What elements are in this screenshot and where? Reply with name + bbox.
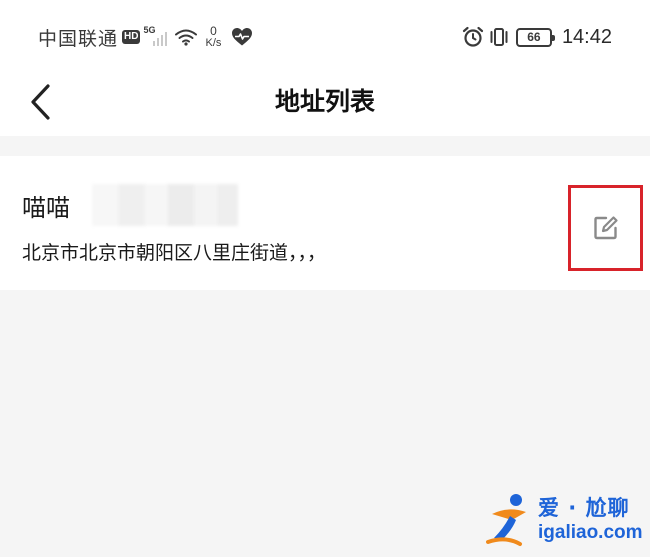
phone-number-masked — [92, 184, 238, 226]
watermark: 爱 · 尬聊 igaliao.com — [486, 488, 646, 552]
status-bar: 中国联通 HD 5G 0 K/s 66 14:42 — [0, 0, 650, 68]
page-title: 地址列表 — [274, 87, 375, 116]
nav-bar: 地址列表 — [0, 68, 650, 136]
address-text: 北京市北京市朝阳区八里庄街道，，， — [22, 242, 327, 264]
status-bar-left: 中国联通 HD 5G 0 K/s — [38, 22, 253, 52]
heart-icon — [232, 28, 253, 46]
battery-icon: 66 — [515, 27, 555, 47]
battery-level: 66 — [527, 30, 541, 44]
status-time: 14:42 — [561, 25, 612, 48]
net-speed-unit: K/s — [205, 37, 222, 49]
watermark-url: igaliao.com — [538, 522, 643, 543]
watermark-logo-icon — [486, 494, 526, 546]
contact-row: 喵喵 — [22, 184, 238, 226]
address-list-item[interactable]: 喵喵 北京市北京市朝阳区八里庄街道，，， — [0, 156, 650, 290]
contact-name: 喵喵 — [22, 193, 70, 222]
hd-badge: HD — [122, 30, 141, 44]
alarm-icon — [462, 26, 484, 47]
edit-address-button[interactable] — [568, 185, 643, 271]
status-bar-right: 66 14:42 — [462, 22, 612, 52]
vibrate-icon — [490, 28, 508, 46]
watermark-cn-text: 爱 · 尬聊 — [538, 496, 630, 520]
net-speed-value: 0 — [210, 24, 217, 38]
back-button[interactable] — [16, 76, 64, 128]
net-speed: 0 K/s — [202, 25, 224, 49]
wifi-icon — [175, 29, 198, 46]
chevron-left-icon — [31, 84, 50, 120]
signal-icon: 5G — [143, 25, 173, 48]
carrier-name: 中国联通 — [38, 27, 119, 50]
edit-icon — [593, 216, 618, 240]
